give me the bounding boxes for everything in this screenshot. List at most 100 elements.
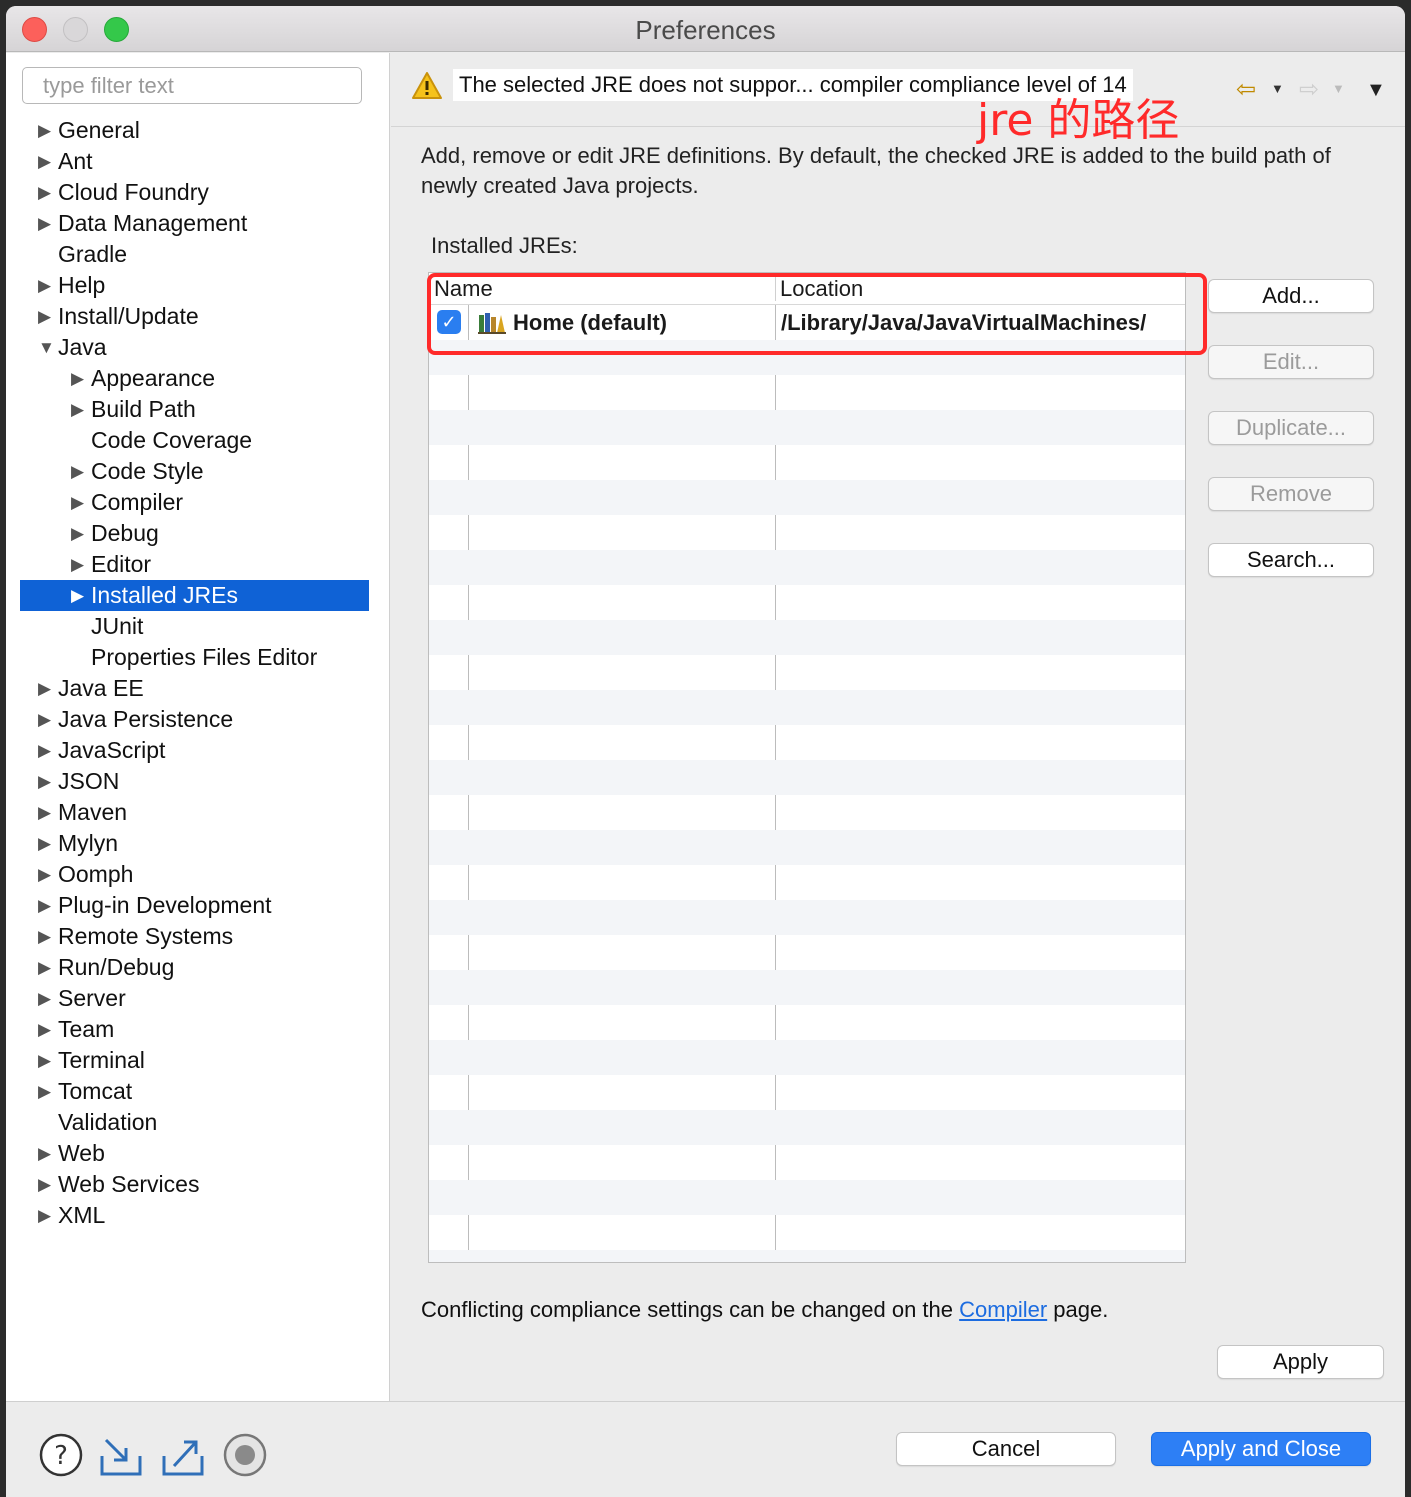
tree-item[interactable]: ▶ Appearance (6, 363, 390, 394)
record-icon[interactable] (222, 1432, 268, 1478)
cancel-button[interactable]: Cancel (896, 1432, 1116, 1466)
tree-item[interactable]: ▶ Editor (6, 549, 390, 580)
chevron-right-icon[interactable]: ▶ (71, 394, 89, 425)
tree-item[interactable]: ▶ Help (6, 270, 390, 301)
default-jre-checkbox[interactable]: ✓ (437, 310, 461, 334)
tree-item[interactable]: Gradle (6, 239, 390, 270)
chevron-right-icon[interactable]: ▶ (71, 580, 89, 611)
tree-item[interactable]: ▶ Server (6, 983, 390, 1014)
import-icon[interactable] (98, 1432, 144, 1478)
tree-item[interactable]: ▶ Team (6, 1014, 390, 1045)
chevron-right-icon[interactable]: ▶ (38, 766, 56, 797)
tree-item[interactable]: ▶ Tomcat (6, 1076, 390, 1107)
tree-item-label: Java Persistence (58, 706, 234, 732)
chevron-right-icon[interactable]: ▶ (38, 177, 56, 208)
chevron-right-icon[interactable]: ▶ (38, 859, 56, 890)
chevron-right-icon[interactable]: ▶ (71, 518, 89, 549)
tree-item[interactable]: ▶ XML (6, 1200, 390, 1231)
tree-item-label: Debug (91, 520, 159, 546)
chevron-right-icon[interactable]: ▶ (71, 549, 89, 580)
chevron-right-icon[interactable]: ▶ (38, 673, 56, 704)
tree-item[interactable]: Properties Files Editor (6, 642, 390, 673)
tree-item[interactable]: ▶ Remote Systems (6, 921, 390, 952)
export-icon[interactable] (160, 1432, 206, 1478)
back-history-chevron-icon[interactable]: ▼ (1271, 81, 1284, 96)
tree-item[interactable]: Code Coverage (6, 425, 390, 456)
tree-item[interactable]: ▶ Data Management (6, 208, 390, 239)
back-arrow-icon[interactable]: ⇦ (1236, 75, 1256, 104)
chevron-right-icon[interactable]: ▶ (38, 735, 56, 766)
apply-button[interactable]: Apply (1217, 1345, 1384, 1379)
tree-item[interactable]: ▶ Oomph (6, 859, 390, 890)
tree-item[interactable]: Validation (6, 1107, 390, 1138)
tree-item[interactable]: ▶ Web Services (6, 1169, 390, 1200)
chevron-right-icon[interactable]: ▶ (38, 146, 56, 177)
help-icon[interactable]: ? (38, 1432, 84, 1478)
tree-item[interactable]: ▶ Debug (6, 518, 390, 549)
chevron-right-icon[interactable]: ▶ (38, 704, 56, 735)
tree-item[interactable]: ▶ Run/Debug (6, 952, 390, 983)
tree-item[interactable]: ▶ JavaScript (6, 735, 390, 766)
edit-button[interactable]: Edit... (1208, 345, 1374, 379)
compiler-link[interactable]: Compiler (959, 1297, 1047, 1322)
tree-item[interactable]: ▶ Build Path (6, 394, 390, 425)
tree-item[interactable]: ▶ Java EE (6, 673, 390, 704)
chevron-right-icon[interactable]: ▶ (38, 301, 56, 332)
tree-item[interactable]: ▶ General (6, 115, 390, 146)
tree-item[interactable]: ▶ Install/Update (6, 301, 390, 332)
search-button[interactable]: Search... (1208, 543, 1374, 577)
column-header-location[interactable]: Location (780, 273, 863, 305)
chevron-right-icon[interactable]: ▶ (38, 983, 56, 1014)
chevron-right-icon[interactable]: ▶ (38, 890, 56, 921)
chevron-right-icon[interactable]: ▶ (38, 270, 56, 301)
chevron-right-icon[interactable]: ▶ (38, 921, 56, 952)
tree-item[interactable]: JUnit (6, 611, 390, 642)
chevron-right-icon[interactable]: ▶ (71, 363, 89, 394)
chevron-right-icon[interactable]: ▶ (38, 828, 56, 859)
chevron-right-icon[interactable]: ▶ (38, 1045, 56, 1076)
chevron-right-icon[interactable]: ▶ (71, 487, 89, 518)
tree-item[interactable]: ▶ Web (6, 1138, 390, 1169)
forward-arrow-icon[interactable]: ⇨ (1299, 75, 1319, 104)
tree-item-label: Compiler (91, 489, 184, 515)
chevron-right-icon[interactable]: ▶ (38, 1200, 56, 1231)
tree-item[interactable]: ▼ Java (6, 332, 390, 363)
tree-item-label: Cloud Foundry (58, 179, 209, 205)
tree-item[interactable]: ▶ JSON (6, 766, 390, 797)
tree-item[interactable]: ▶ Ant (6, 146, 390, 177)
column-header-name[interactable]: Name (434, 273, 493, 305)
table-row[interactable]: ✓ Home (default) /Library/Java/JavaVirtu… (429, 305, 1185, 340)
chevron-down-icon[interactable]: ▼ (38, 332, 56, 363)
tree-item[interactable]: ▶ Code Style (6, 456, 390, 487)
installed-jres-label: Installed JREs: (431, 233, 578, 258)
tree-item[interactable]: ▶ Maven (6, 797, 390, 828)
chevron-right-icon[interactable]: ▶ (38, 1014, 56, 1045)
duplicate-button[interactable]: Duplicate... (1208, 411, 1374, 445)
tree-item[interactable]: ▶ Compiler (6, 487, 390, 518)
tree-item[interactable]: ▶ Terminal (6, 1045, 390, 1076)
tree-item-label: Install/Update (58, 303, 199, 329)
chevron-right-icon[interactable]: ▶ (38, 1138, 56, 1169)
chevron-right-icon[interactable]: ▶ (38, 115, 56, 146)
chevron-right-icon[interactable]: ▶ (38, 1076, 56, 1107)
chevron-right-icon[interactable]: ▶ (38, 208, 56, 239)
apply-and-close-button[interactable]: Apply and Close (1151, 1432, 1371, 1466)
chevron-right-icon[interactable]: ▶ (38, 1169, 56, 1200)
tree-item-label: Oomph (58, 861, 134, 887)
installed-jres-table[interactable]: Name Location ✓ Home (default) /Library/… (428, 272, 1186, 1263)
remove-button[interactable]: Remove (1208, 477, 1374, 511)
chevron-right-icon[interactable]: ▶ (71, 456, 89, 487)
chevron-right-icon[interactable]: ▶ (38, 797, 56, 828)
tree-item-label: Plug-in Development (58, 892, 272, 918)
tree-item[interactable]: ▶ Mylyn (6, 828, 390, 859)
tree-item[interactable]: ▶ Java Persistence (6, 704, 390, 735)
view-menu-icon[interactable]: ▼ (1366, 79, 1386, 102)
empty-table-row (429, 620, 1185, 655)
add-button[interactable]: Add... (1208, 279, 1374, 313)
forward-history-chevron-icon[interactable]: ▼ (1332, 81, 1345, 96)
tree-item[interactable]: ▶ Cloud Foundry (6, 177, 390, 208)
filter-input[interactable] (22, 67, 362, 104)
tree-item[interactable]: ▶ Installed JREs (20, 580, 369, 611)
chevron-right-icon[interactable]: ▶ (38, 952, 56, 983)
tree-item[interactable]: ▶ Plug-in Development (6, 890, 390, 921)
